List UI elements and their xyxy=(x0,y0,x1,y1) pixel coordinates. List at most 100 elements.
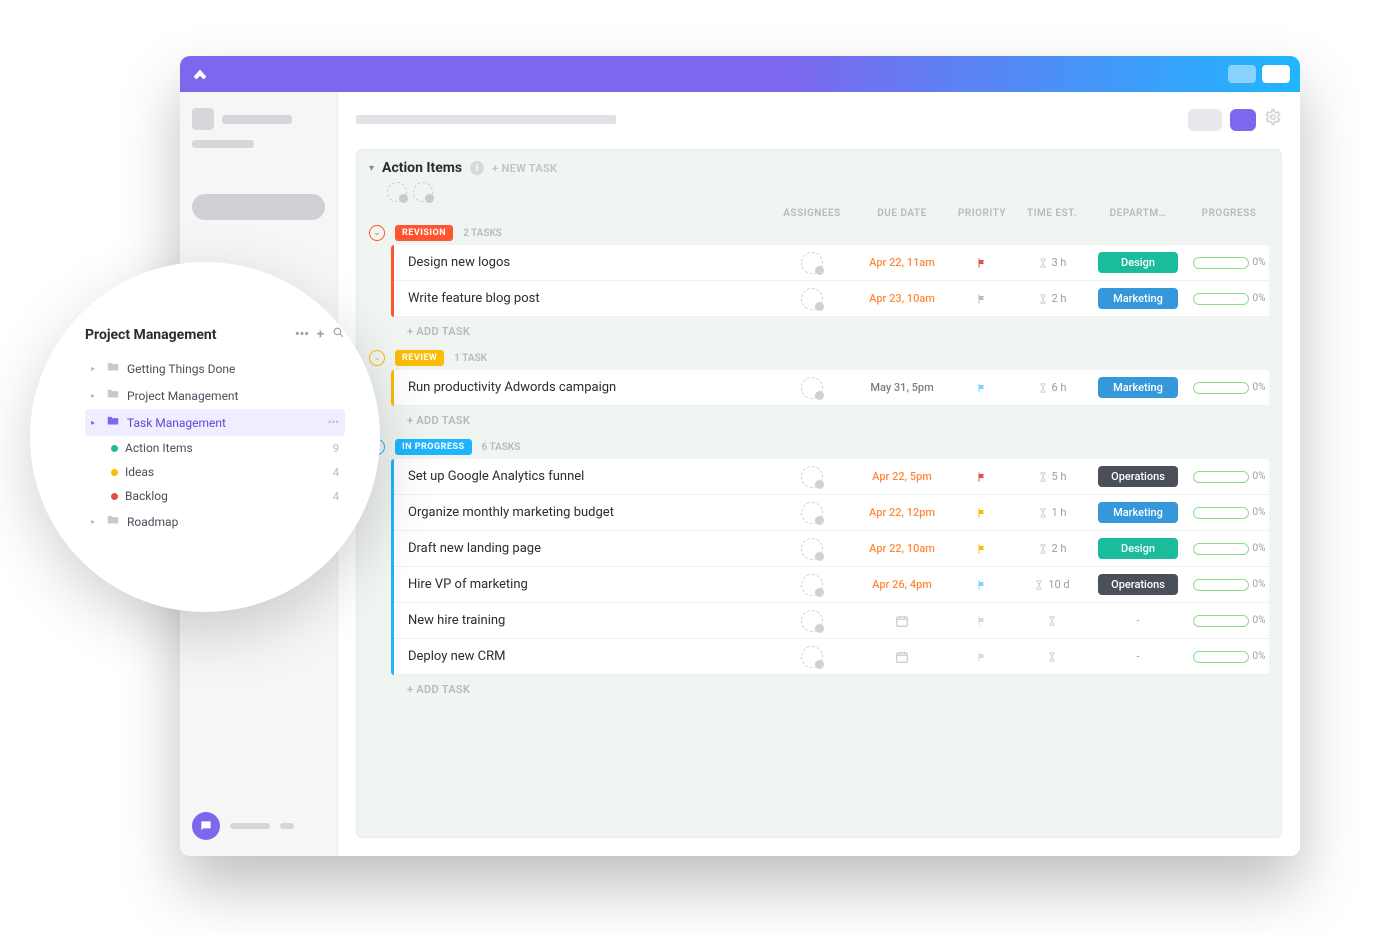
col-dept[interactable]: DEPARTM… xyxy=(1093,208,1183,219)
task-row[interactable]: Write feature blog postApr 23, 10am2 hMa… xyxy=(394,281,1269,317)
task-row[interactable]: Deploy new CRM-0% xyxy=(394,639,1269,675)
progress-indicator[interactable]: 0% xyxy=(1193,507,1266,519)
flag-placeholder-icon[interactable] xyxy=(387,182,407,202)
time-estimate[interactable]: 6 h xyxy=(1038,381,1067,394)
add-task-button[interactable]: + ADD TASK xyxy=(369,317,1269,344)
priority-flag-icon[interactable] xyxy=(976,543,988,555)
titlebar-switch-bright[interactable] xyxy=(1262,65,1290,83)
col-time[interactable]: TIME EST. xyxy=(1017,208,1087,219)
tree-list-item[interactable]: Backlog4 xyxy=(85,484,345,508)
task-row[interactable]: Organize monthly marketing budgetApr 22,… xyxy=(394,495,1269,531)
due-date[interactable]: May 31, 5pm xyxy=(870,381,933,394)
status-toggle[interactable]: ⌄ xyxy=(369,350,385,366)
priority-flag-icon[interactable] xyxy=(976,579,988,591)
priority-flag-icon[interactable] xyxy=(976,615,988,627)
tree-list-item[interactable]: Ideas4 xyxy=(85,460,345,484)
assignee-add-icon[interactable] xyxy=(801,646,823,668)
new-task-button[interactable]: + NEW TASK xyxy=(492,162,557,175)
sidebar-search-placeholder[interactable] xyxy=(192,194,325,220)
chat-button[interactable] xyxy=(192,812,220,840)
department-tag[interactable]: Marketing xyxy=(1098,502,1178,523)
tree-folder-item[interactable]: ▸Task Management••• xyxy=(85,409,345,436)
progress-indicator[interactable]: 0% xyxy=(1193,543,1266,555)
tree-folder-item[interactable]: ▸Roadmap xyxy=(85,508,345,535)
assignee-add-icon[interactable] xyxy=(801,610,823,632)
priority-flag-icon[interactable] xyxy=(976,293,988,305)
progress-indicator[interactable]: 0% xyxy=(1193,579,1266,591)
status-dot-icon xyxy=(111,493,118,500)
gear-icon[interactable] xyxy=(1264,108,1282,131)
time-estimate[interactable]: 2 h xyxy=(1038,292,1067,305)
priority-flag-icon[interactable] xyxy=(976,651,988,663)
due-date[interactable]: Apr 26, 4pm xyxy=(872,578,932,591)
department-tag[interactable]: Marketing xyxy=(1098,288,1178,309)
col-assignees[interactable]: ASSIGNEES xyxy=(767,208,857,219)
info-icon[interactable]: i xyxy=(470,161,484,175)
time-estimate[interactable] xyxy=(1047,651,1057,663)
assignee-add-icon[interactable] xyxy=(801,502,823,524)
titlebar-switch-dim[interactable] xyxy=(1228,65,1256,83)
priority-flag-icon[interactable] xyxy=(976,257,988,269)
tree-list-item[interactable]: Action Items9 xyxy=(85,436,345,460)
status-toggle[interactable]: ⌄ xyxy=(369,225,385,241)
col-progress[interactable]: PROGRESS xyxy=(1189,208,1269,219)
caret-down-icon[interactable]: ▾ xyxy=(369,163,374,174)
time-estimate[interactable]: 2 h xyxy=(1038,542,1067,555)
task-row[interactable]: Run productivity Adwords campaignMay 31,… xyxy=(394,370,1269,406)
due-date[interactable]: Apr 23, 10am xyxy=(869,292,935,305)
status-badge[interactable]: REVISION xyxy=(395,225,453,241)
add-task-button[interactable]: + ADD TASK xyxy=(369,406,1269,433)
progress-indicator[interactable]: 0% xyxy=(1193,471,1266,483)
time-estimate[interactable]: 5 h xyxy=(1038,470,1067,483)
time-estimate[interactable]: 1 h xyxy=(1038,506,1067,519)
assignee-add-icon[interactable] xyxy=(801,252,823,274)
priority-flag-icon[interactable] xyxy=(976,382,988,394)
assignee-add-icon[interactable] xyxy=(801,538,823,560)
progress-indicator[interactable]: 0% xyxy=(1193,651,1266,663)
col-priority[interactable]: PRIORITY xyxy=(947,208,1017,219)
time-estimate[interactable] xyxy=(1047,615,1057,627)
task-row[interactable]: Hire VP of marketingApr 26, 4pm10 dOpera… xyxy=(394,567,1269,603)
department-tag[interactable]: Marketing xyxy=(1098,377,1178,398)
col-due[interactable]: DUE DATE xyxy=(857,208,947,219)
due-date[interactable]: Apr 22, 12pm xyxy=(869,506,935,519)
priority-flag-icon[interactable] xyxy=(976,507,988,519)
add-task-button[interactable]: + ADD TASK xyxy=(369,675,1269,702)
search-icon[interactable] xyxy=(332,326,345,343)
calendar-icon[interactable] xyxy=(895,614,909,628)
progress-indicator[interactable]: 0% xyxy=(1193,615,1266,627)
task-row[interactable]: Draft new landing pageApr 22, 10am2 hDes… xyxy=(394,531,1269,567)
assignee-add-icon[interactable] xyxy=(801,288,823,310)
status-badge[interactable]: IN PROGRESS xyxy=(395,439,472,455)
priority-flag-icon[interactable] xyxy=(976,471,988,483)
department-tag[interactable]: Design xyxy=(1098,538,1178,559)
assignee-add-icon[interactable] xyxy=(801,377,823,399)
department-tag[interactable]: Design xyxy=(1098,252,1178,273)
progress-indicator[interactable]: 0% xyxy=(1193,293,1266,305)
task-row[interactable]: New hire training-0% xyxy=(394,603,1269,639)
progress-indicator[interactable]: 0% xyxy=(1193,257,1266,269)
task-row[interactable]: Set up Google Analytics funnelApr 22, 5p… xyxy=(394,459,1269,495)
status-badge[interactable]: REVIEW xyxy=(395,350,444,366)
assignee-placeholder-icon[interactable] xyxy=(413,182,433,202)
tree-folder-item[interactable]: ▸Project Management xyxy=(85,382,345,409)
assignee-add-icon[interactable] xyxy=(801,466,823,488)
more-icon[interactable]: ••• xyxy=(328,416,339,429)
progress-indicator[interactable]: 0% xyxy=(1193,382,1266,394)
header-pill-grey[interactable] xyxy=(1188,109,1222,131)
header-placeholder-1 xyxy=(356,115,616,124)
time-estimate[interactable]: 10 d xyxy=(1034,578,1069,591)
due-date[interactable]: Apr 22, 10am xyxy=(869,542,935,555)
header-pill-purple[interactable] xyxy=(1230,109,1256,131)
tree-folder-item[interactable]: ▸Getting Things Done xyxy=(85,355,345,382)
more-icon[interactable]: ••• xyxy=(295,327,309,342)
plus-icon[interactable]: + xyxy=(317,327,324,342)
time-estimate[interactable]: 3 h xyxy=(1038,256,1067,269)
due-date[interactable]: Apr 22, 11am xyxy=(869,256,935,269)
department-tag[interactable]: Operations xyxy=(1098,574,1178,595)
assignee-add-icon[interactable] xyxy=(801,574,823,596)
calendar-icon[interactable] xyxy=(895,650,909,664)
department-tag[interactable]: Operations xyxy=(1098,466,1178,487)
task-row[interactable]: Design new logosApr 22, 11am3 hDesign0% xyxy=(394,245,1269,281)
due-date[interactable]: Apr 22, 5pm xyxy=(872,470,932,483)
